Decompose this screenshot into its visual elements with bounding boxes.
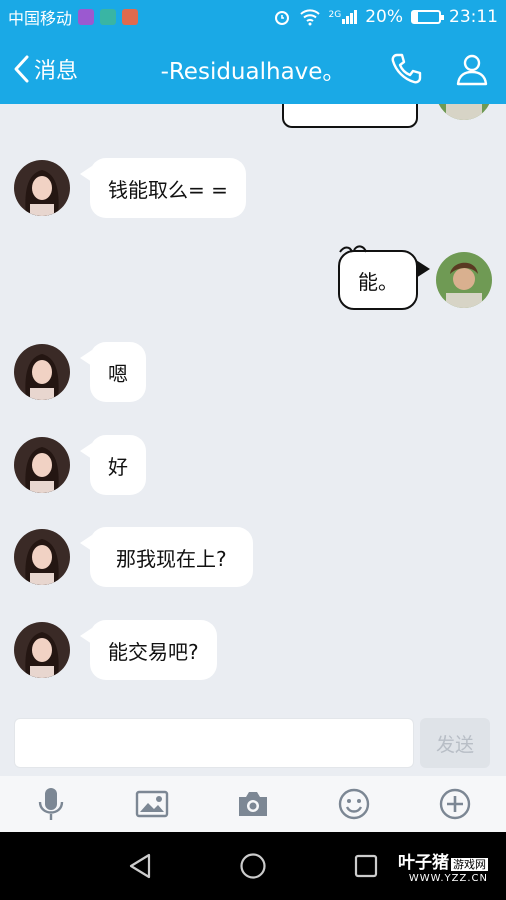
avatar-contact[interactable] xyxy=(14,622,70,678)
phone-icon[interactable] xyxy=(388,51,424,87)
message-bubble: 钱能取么= = xyxy=(80,158,246,218)
emoji-icon[interactable] xyxy=(334,784,374,824)
profile-icon[interactable] xyxy=(454,51,490,87)
wifi-icon xyxy=(299,9,320,26)
avatar-contact[interactable] xyxy=(14,160,70,216)
carrier-label: 中国移动 xyxy=(8,9,73,28)
avatar-contact[interactable] xyxy=(14,344,70,400)
title-bar: 消息 -Residualhave。 xyxy=(0,34,506,104)
watermark: 叶子猪 游戏网 WWW.YZZ.CN xyxy=(398,854,488,884)
message-text: 钱能取么= = xyxy=(108,177,228,202)
battery-icon xyxy=(411,10,444,24)
back-button[interactable]: 消息 xyxy=(0,53,78,85)
message-partial xyxy=(282,104,418,128)
nav-recents-icon[interactable] xyxy=(350,850,382,882)
status-bar: 中国移动 2G 20% 23:11 xyxy=(0,0,506,34)
message-bubble: 那我现在上? xyxy=(80,527,253,587)
message-incoming: 钱能取么= = xyxy=(14,158,246,218)
alarm-icon xyxy=(274,11,289,25)
microphone-icon[interactable] xyxy=(31,784,71,824)
message-outgoing: 能。 xyxy=(338,245,492,310)
image-icon[interactable] xyxy=(132,784,172,824)
message-text: 嗯 xyxy=(108,361,128,386)
watermark-url: WWW.YZZ.CN xyxy=(408,872,488,884)
clock: 23:11 xyxy=(449,7,498,27)
nav-home-icon[interactable] xyxy=(237,850,269,882)
plus-icon[interactable] xyxy=(435,784,475,824)
send-button[interactable]: 发送 xyxy=(420,718,490,768)
message-bubble: 好 xyxy=(80,435,146,495)
composer: 发送 xyxy=(0,710,506,776)
message-incoming: 好 xyxy=(14,435,146,495)
message-input[interactable] xyxy=(14,718,414,768)
battery-percent: 20% xyxy=(365,7,403,27)
watermark-brand: 叶子猪 xyxy=(398,853,449,873)
nav-back-icon[interactable] xyxy=(124,850,156,882)
back-label: 消息 xyxy=(34,59,79,84)
bubble-decoration-icon xyxy=(339,245,367,253)
network-type: 2G xyxy=(328,10,342,20)
message-bubble: 能交易吧? xyxy=(80,620,217,680)
message-bubble: 嗯 xyxy=(80,342,146,402)
composer-toolbar xyxy=(0,776,506,832)
message-incoming: 那我现在上? xyxy=(14,527,253,587)
avatar-me[interactable] xyxy=(436,252,492,308)
chevron-left-icon xyxy=(14,55,29,83)
chat-area[interactable]: 钱能取么= = 能。 嗯 好 那我现在上? 能交易吧? xyxy=(0,104,506,710)
navigation-bar: 叶子猪 游戏网 WWW.YZZ.CN xyxy=(0,832,506,900)
app-notification-icon xyxy=(100,9,117,25)
avatar-contact[interactable] xyxy=(14,529,70,585)
signal-icon: 2G xyxy=(329,10,358,24)
app-notification-icon xyxy=(78,9,95,25)
message-incoming: 嗯 xyxy=(14,342,146,402)
message-bubble: 能。 xyxy=(338,245,430,310)
message-incoming: 能交易吧? xyxy=(14,620,217,680)
avatar-contact[interactable] xyxy=(14,437,70,493)
avatar-me[interactable] xyxy=(436,104,492,120)
message-text: 好 xyxy=(108,454,128,479)
watermark-tag: 游戏网 xyxy=(451,858,488,871)
message-text: 能交易吧? xyxy=(108,639,199,664)
camera-icon[interactable] xyxy=(233,784,273,824)
message-text: 能。 xyxy=(358,269,398,294)
message-text: 那我现在上? xyxy=(116,546,227,571)
app-notification-icon xyxy=(122,9,139,25)
